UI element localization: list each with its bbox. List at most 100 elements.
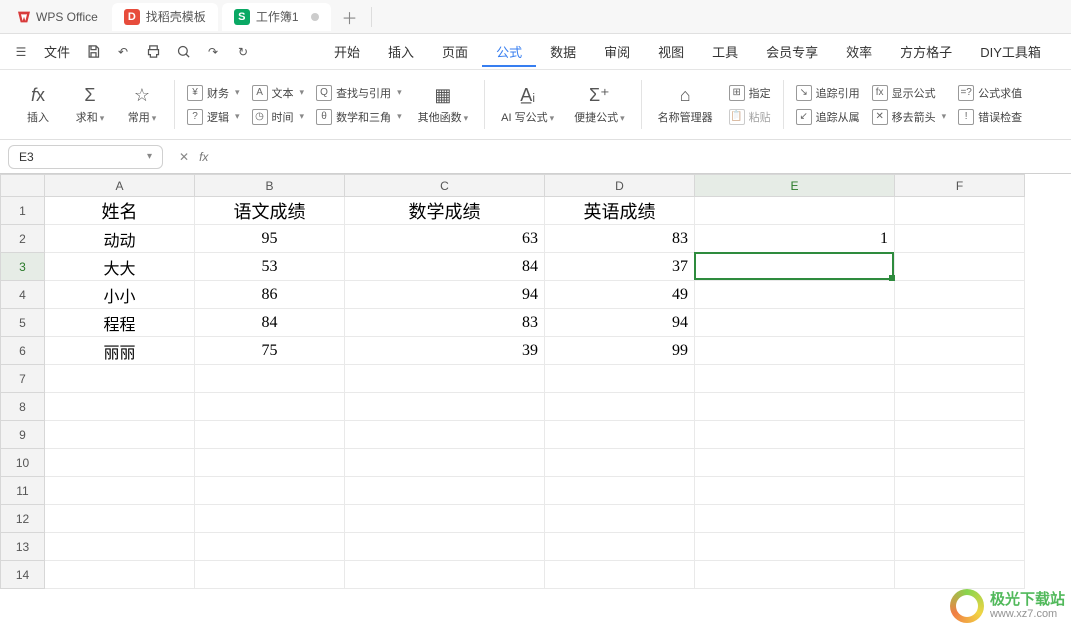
col-header-A[interactable]: A <box>45 175 195 197</box>
cell-B11[interactable] <box>195 477 345 505</box>
cell-B8[interactable] <box>195 393 345 421</box>
move-arrow-button[interactable]: ✕移去箭头▾ <box>870 107 949 127</box>
col-header-F[interactable]: F <box>895 175 1025 197</box>
cell-D13[interactable] <box>545 533 695 561</box>
cell-F8[interactable] <box>895 393 1025 421</box>
cell-A4[interactable]: 小小 <box>45 281 195 309</box>
cell-D12[interactable] <box>545 505 695 533</box>
menu-review[interactable]: 审阅 <box>590 36 644 67</box>
assign-button[interactable]: ⊞指定 <box>727 83 773 103</box>
cell-F9[interactable] <box>895 421 1025 449</box>
cell-B3[interactable]: 53 <box>195 253 345 281</box>
cell-E9[interactable] <box>695 421 895 449</box>
cell-E13[interactable] <box>695 533 895 561</box>
menu-insert[interactable]: 插入 <box>374 36 428 67</box>
cell-C8[interactable] <box>345 393 545 421</box>
spreadsheet-grid[interactable]: ABCDEF1姓名语文成绩数学成绩英语成绩2动动95638313大大538437… <box>0 174 1071 589</box>
cell-E3[interactable] <box>695 253 895 281</box>
cell-D11[interactable] <box>545 477 695 505</box>
cell-D14[interactable] <box>545 561 695 589</box>
cell-B1[interactable]: 语文成绩 <box>195 197 345 225</box>
cell-F14[interactable] <box>895 561 1025 589</box>
file-menu[interactable]: 文件 <box>38 42 76 61</box>
redo2-icon[interactable]: ↻ <box>230 39 256 65</box>
cell-B9[interactable] <box>195 421 345 449</box>
cell-C10[interactable] <box>345 449 545 477</box>
cell-E10[interactable] <box>695 449 895 477</box>
name-manager-button[interactable]: ⌂名称管理器 <box>652 85 719 125</box>
paste-name-button[interactable]: 📋粘贴 <box>727 107 773 127</box>
cell-A10[interactable] <box>45 449 195 477</box>
cell-C14[interactable] <box>345 561 545 589</box>
cell-A7[interactable] <box>45 365 195 393</box>
show-fx-button[interactable]: fx显示公式 <box>870 83 949 103</box>
row-header-7[interactable]: 7 <box>1 365 45 393</box>
fx-eval-button[interactable]: =?公式求值 <box>956 83 1024 103</box>
cell-E2[interactable]: 1 <box>695 225 895 253</box>
cell-A14[interactable] <box>45 561 195 589</box>
print-icon[interactable] <box>140 39 166 65</box>
cell-D1[interactable]: 英语成绩 <box>545 197 695 225</box>
cell-B5[interactable]: 84 <box>195 309 345 337</box>
row-header-6[interactable]: 6 <box>1 337 45 365</box>
cell-F2[interactable] <box>895 225 1025 253</box>
row-header-14[interactable]: 14 <box>1 561 45 589</box>
cell-F4[interactable] <box>895 281 1025 309</box>
cell-E8[interactable] <box>695 393 895 421</box>
ai-write-button[interactable]: A̲ᵢAI 写公式▾ <box>495 85 560 125</box>
cell-D3[interactable]: 37 <box>545 253 695 281</box>
cell-D10[interactable] <box>545 449 695 477</box>
cell-B6[interactable]: 75 <box>195 337 345 365</box>
cell-A2[interactable]: 动动 <box>45 225 195 253</box>
cell-A13[interactable] <box>45 533 195 561</box>
menu-view[interactable]: 视图 <box>644 36 698 67</box>
col-header-C[interactable]: C <box>345 175 545 197</box>
row-header-11[interactable]: 11 <box>1 477 45 505</box>
cell-F1[interactable] <box>895 197 1025 225</box>
cell-D2[interactable]: 83 <box>545 225 695 253</box>
cell-A8[interactable] <box>45 393 195 421</box>
redo-icon[interactable]: ↷ <box>200 39 226 65</box>
cell-A5[interactable]: 程程 <box>45 309 195 337</box>
menu-ffgz[interactable]: 方方格子 <box>886 36 966 67</box>
cell-A6[interactable]: 丽丽 <box>45 337 195 365</box>
menu-formula[interactable]: 公式 <box>482 36 536 67</box>
sum-button[interactable]: Σ求和▾ <box>68 85 112 125</box>
cell-A3[interactable]: 大大 <box>45 253 195 281</box>
cell-E14[interactable] <box>695 561 895 589</box>
add-tab-button[interactable]: ＋ <box>337 4 363 30</box>
cell-F10[interactable] <box>895 449 1025 477</box>
lookup-button[interactable]: Q查找与引用▾ <box>314 83 404 103</box>
cell-E4[interactable] <box>695 281 895 309</box>
menu-tools[interactable]: 工具 <box>698 36 752 67</box>
row-header-13[interactable]: 13 <box>1 533 45 561</box>
name-box-dropdown-icon[interactable]: ▾ <box>147 151 152 162</box>
select-all-corner[interactable] <box>1 175 45 197</box>
formula-input[interactable] <box>218 146 1063 168</box>
row-header-5[interactable]: 5 <box>1 309 45 337</box>
cell-B10[interactable] <box>195 449 345 477</box>
row-header-12[interactable]: 12 <box>1 505 45 533</box>
cell-B12[interactable] <box>195 505 345 533</box>
cell-B7[interactable] <box>195 365 345 393</box>
preview-icon[interactable] <box>170 39 196 65</box>
cell-F11[interactable] <box>895 477 1025 505</box>
row-header-9[interactable]: 9 <box>1 421 45 449</box>
cell-E11[interactable] <box>695 477 895 505</box>
menu-page[interactable]: 页面 <box>428 36 482 67</box>
trace-ref-button[interactable]: ↘追踪引用 <box>794 83 862 103</box>
row-header-10[interactable]: 10 <box>1 449 45 477</box>
err-check-button[interactable]: !错误检查 <box>956 107 1024 127</box>
cell-D9[interactable] <box>545 421 695 449</box>
cell-F3[interactable] <box>895 253 1025 281</box>
row-header-4[interactable]: 4 <box>1 281 45 309</box>
menu-member[interactable]: 会员专享 <box>752 36 832 67</box>
cell-C2[interactable]: 63 <box>345 225 545 253</box>
quickfx-button[interactable]: Σ⁺便捷公式▾ <box>568 85 631 125</box>
row-header-1[interactable]: 1 <box>1 197 45 225</box>
trace-dep-button[interactable]: ↙追踪从属 <box>794 107 862 127</box>
cell-C1[interactable]: 数学成绩 <box>345 197 545 225</box>
cancel-fx-icon[interactable]: ✕ <box>179 150 189 164</box>
col-header-E[interactable]: E <box>695 175 895 197</box>
cell-A9[interactable] <box>45 421 195 449</box>
